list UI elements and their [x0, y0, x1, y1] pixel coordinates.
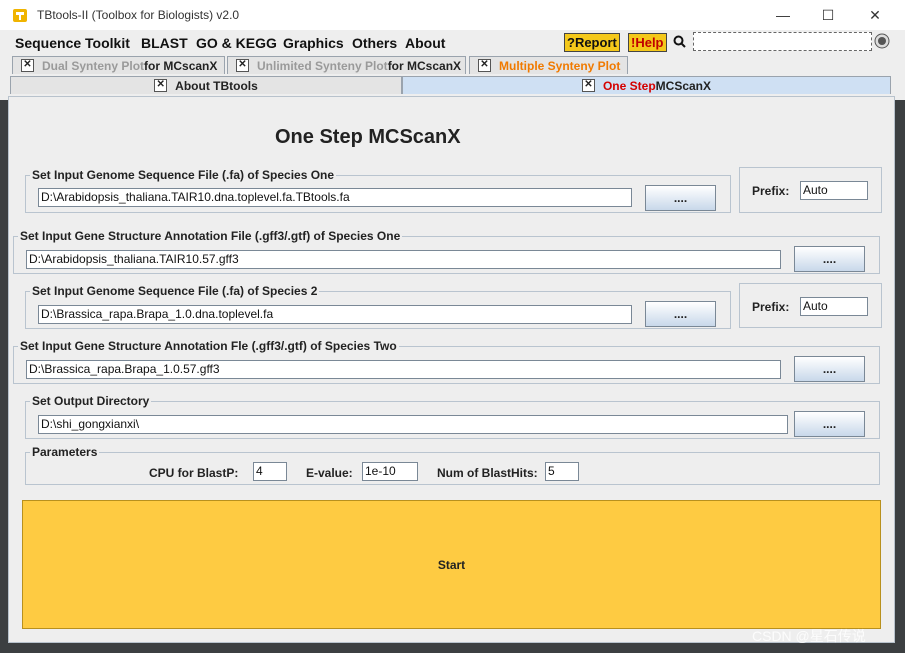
menu-graphics[interactable]: Graphics	[283, 35, 344, 51]
tab-dual-synteny-plot[interactable]: ✕ Dual Synteny Plot for MCscanX	[12, 56, 225, 74]
window-title: TBtools-II (Toolbox for Biologists) v2.0	[37, 8, 240, 22]
watermark: CSDN @星石传说	[752, 628, 866, 644]
genome1-legend: Set Input Genome Sequence File (.fa) of …	[32, 168, 335, 182]
menu-go-kegg[interactable]: GO & KEGG	[196, 35, 277, 51]
minimize-button[interactable]: —	[760, 0, 806, 30]
tab-one-step-mcscanx[interactable]: ✕ One Step MCScanX	[402, 76, 891, 94]
status-indicator-icon	[874, 33, 890, 49]
menu-blast[interactable]: BLAST	[141, 35, 188, 51]
help-button[interactable]: !Help	[628, 33, 667, 52]
search-icon[interactable]	[673, 35, 686, 48]
output-legend: Set Output Directory	[32, 394, 150, 408]
close-button[interactable]: ✕	[852, 0, 898, 30]
close-tab-icon[interactable]: ✕	[21, 59, 34, 72]
close-tab-icon[interactable]: ✕	[236, 59, 249, 72]
genome2-browse-button[interactable]: ....	[645, 301, 716, 327]
cpu-label: CPU for BlastP:	[149, 466, 239, 480]
tbtools-logo-icon	[13, 9, 27, 22]
genome1-browse-button[interactable]: ....	[645, 185, 716, 211]
evalue-label: E-value:	[306, 466, 353, 480]
menu-sequence-toolkit[interactable]: Sequence Toolkit	[15, 35, 130, 51]
close-tab-icon[interactable]: ✕	[581, 79, 595, 92]
start-button[interactable]: Start	[22, 500, 881, 629]
prefix2-input[interactable]: Auto	[800, 297, 868, 316]
report-button[interactable]: ?Report	[564, 33, 620, 52]
gff1-browse-button[interactable]: ....	[794, 246, 865, 272]
output-directory-input[interactable]: D:\shi_gongxianxi\	[38, 415, 788, 434]
blasthits-input[interactable]: 5	[545, 462, 579, 481]
gff2-browse-button[interactable]: ....	[794, 356, 865, 382]
close-tab-icon[interactable]: ✕	[478, 59, 491, 72]
prefix1-input[interactable]: Auto	[800, 181, 868, 200]
evalue-input[interactable]: 1e-10	[362, 462, 418, 481]
genome1-path-input[interactable]: D:\Arabidopsis_thaliana.TAIR10.dna.tople…	[38, 188, 632, 207]
gff1-path-input[interactable]: D:\Arabidopsis_thaliana.TAIR10.57.gff3	[26, 250, 781, 269]
cpu-input[interactable]: 4	[253, 462, 287, 481]
close-tab-icon[interactable]: ✕	[154, 79, 168, 92]
menu-others[interactable]: Others	[352, 35, 397, 51]
start-button-label: Start	[437, 557, 466, 572]
gff2-path-input[interactable]: D:\Brassica_rapa.Brapa_1.0.57.gff3	[26, 360, 781, 379]
page-title: One Step MCScanX	[275, 126, 461, 148]
genome2-path-input[interactable]: D:\Brassica_rapa.Brapa_1.0.dna.toplevel.…	[38, 305, 632, 324]
gff2-legend: Set Input Gene Structure Annotation Fle …	[20, 339, 397, 353]
search-input[interactable]	[693, 32, 872, 51]
tab-multiple-synteny-plot[interactable]: ✕ Multiple Synteny Plot	[469, 56, 628, 74]
tab-about-tbtools[interactable]: ✕ About TBtools	[10, 76, 402, 94]
output-browse-button[interactable]: ....	[794, 411, 865, 437]
blasthits-label: Num of BlastHits:	[437, 466, 538, 480]
maximize-button[interactable]: ☐	[805, 0, 851, 30]
prefix1-label: Prefix:	[752, 184, 790, 198]
prefix2-label: Prefix:	[752, 300, 790, 314]
genome2-legend: Set Input Genome Sequence File (.fa) of …	[32, 284, 318, 298]
parameters-legend: Parameters	[32, 445, 98, 459]
gff1-legend: Set Input Gene Structure Annotation File…	[20, 229, 401, 243]
tab-unlimited-synteny-plot[interactable]: ✕ Unlimited Synteny Plot for MCscanX	[227, 56, 466, 74]
menu-about[interactable]: About	[405, 35, 445, 51]
